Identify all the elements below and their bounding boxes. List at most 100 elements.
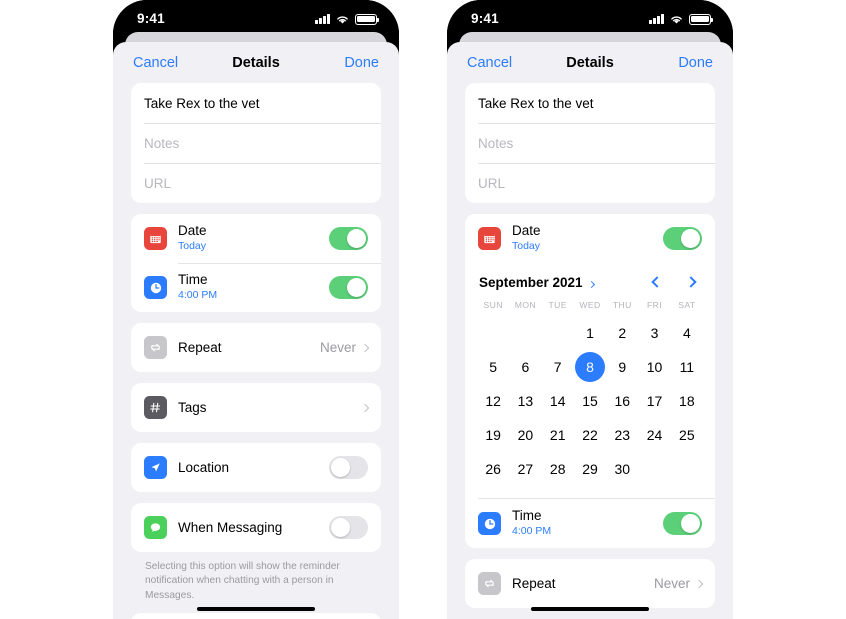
calendar-weekday-header: SUN <box>483 300 503 310</box>
details-content: Take Rex to the vet Notes URL Date Today… <box>113 83 399 619</box>
date-value: Today <box>178 240 207 253</box>
time-row[interactable]: Time 4:00 PM <box>465 499 715 548</box>
url-input[interactable]: URL <box>465 163 715 203</box>
calendar-day[interactable]: 19 <box>477 418 509 452</box>
cellular-bars-icon <box>315 14 330 24</box>
calendar-day[interactable]: 27 <box>509 452 541 486</box>
calendar-day[interactable]: 13 <box>509 384 541 418</box>
screenshot-stage: 9:41 Cancel Details Done Take Rex to the… <box>0 0 846 619</box>
calendar-day[interactable]: 18 <box>671 384 703 418</box>
calendar-day[interactable]: 5 <box>477 350 509 384</box>
tags-label: Tags <box>178 399 207 415</box>
next-month-button[interactable] <box>685 276 697 288</box>
date-time-card: Date Today September 2021 SUN MON TUE WE… <box>465 214 715 548</box>
repeat-value: Never <box>653 576 690 591</box>
calendar-day[interactable]: 22 <box>574 418 606 452</box>
tags-texts: Tags <box>178 400 362 416</box>
date-toggle[interactable] <box>663 227 702 250</box>
calendar-weekday-header: WED <box>579 300 601 310</box>
toggle-knob <box>680 228 701 249</box>
done-button[interactable]: Done <box>678 55 713 71</box>
location-toggle[interactable] <box>329 456 368 479</box>
time-row[interactable]: Time 4:00 PM <box>131 263 381 312</box>
notes-input[interactable]: Notes <box>465 123 715 163</box>
date-label: Date <box>512 222 541 238</box>
messaging-texts: When Messaging <box>178 520 329 536</box>
title-input[interactable]: Take Rex to the vet <box>465 83 715 123</box>
calendar-day[interactable]: 3 <box>638 316 670 350</box>
title-input[interactable]: Take Rex to the vet <box>131 83 381 123</box>
calendar-day[interactable]: 24 <box>638 418 670 452</box>
messaging-row[interactable]: When Messaging <box>131 503 381 552</box>
cancel-button[interactable]: Cancel <box>467 55 512 71</box>
calendar-day[interactable]: 16 <box>606 384 638 418</box>
calendar-month-button[interactable]: September 2021 <box>479 274 595 290</box>
calendar-day[interactable]: 20 <box>509 418 541 452</box>
navigation-bar: Cancel Details Done <box>447 42 733 83</box>
calendar-icon <box>144 227 167 250</box>
calendar-day[interactable]: 26 <box>477 452 509 486</box>
toggle-knob <box>330 517 351 538</box>
messaging-card: When Messaging <box>131 503 381 552</box>
calendar-day[interactable]: 21 <box>542 418 574 452</box>
calendar-weekday-header: TUE <box>548 300 567 310</box>
calendar-day[interactable]: 28 <box>542 452 574 486</box>
status-bar-indicators <box>649 13 714 25</box>
cellular-bars-icon <box>649 14 664 24</box>
details-sheet: Cancel Details Done Take Rex to the vet … <box>113 42 399 619</box>
time-value: 4:00 PM <box>178 289 218 302</box>
location-label: Location <box>178 459 230 475</box>
time-texts: Time 4:00 PM <box>512 508 663 539</box>
calendar-day[interactable]: 4 <box>671 316 703 350</box>
date-row[interactable]: Date Today <box>465 214 715 263</box>
url-input[interactable]: URL <box>131 163 381 203</box>
calendar-day[interactable]: 12 <box>477 384 509 418</box>
calendar-day[interactable]: 6 <box>509 350 541 384</box>
repeat-row[interactable]: Repeat Never <box>465 559 715 608</box>
location-texts: Location <box>178 460 329 476</box>
done-button[interactable]: Done <box>344 55 379 71</box>
repeat-icon <box>478 572 501 595</box>
calendar-day[interactable]: 30 <box>606 452 638 486</box>
toggle-knob <box>680 513 701 534</box>
calendar-day[interactable]: 29 <box>574 452 606 486</box>
time-toggle[interactable] <box>329 276 368 299</box>
home-indicator <box>197 606 315 611</box>
flag-row[interactable]: Flag <box>131 613 381 619</box>
calendar-weekday-header: SAT <box>678 300 696 310</box>
calendar-day[interactable]: 15 <box>574 384 606 418</box>
calendar-day[interactable]: 8 <box>574 350 606 384</box>
tags-row[interactable]: Tags <box>131 383 381 432</box>
text-fields-card: Take Rex to the vet Notes URL <box>465 83 715 203</box>
calendar-day[interactable]: 2 <box>606 316 638 350</box>
notes-input[interactable]: Notes <box>131 123 381 163</box>
calendar-weekday-header: MON <box>514 300 537 310</box>
calendar-day[interactable]: 10 <box>638 350 670 384</box>
calendar-month-label: September 2021 <box>479 274 583 290</box>
calendar-weekday-header: FRI <box>647 300 663 310</box>
calendar-day[interactable]: 1 <box>574 316 606 350</box>
time-toggle[interactable] <box>663 512 702 535</box>
cancel-button[interactable]: Cancel <box>133 55 178 71</box>
date-row[interactable]: Date Today <box>131 214 381 263</box>
date-texts: Date Today <box>178 223 329 254</box>
date-picker-calendar: September 2021 SUN MON TUE WED THU FRI SAT 1 2 3 4… <box>465 263 715 492</box>
calendar-day[interactable]: 17 <box>638 384 670 418</box>
calendar-day[interactable]: 25 <box>671 418 703 452</box>
date-label: Date <box>178 222 207 238</box>
messaging-toggle[interactable] <box>329 516 368 539</box>
location-row[interactable]: Location <box>131 443 381 492</box>
time-value: 4:00 PM <box>512 525 552 538</box>
repeat-row[interactable]: Repeat Never <box>131 323 381 372</box>
date-toggle[interactable] <box>329 227 368 250</box>
calendar-day[interactable]: 9 <box>606 350 638 384</box>
repeat-label: Repeat <box>512 575 556 591</box>
calendar-day[interactable]: 14 <box>542 384 574 418</box>
location-card: Location <box>131 443 381 492</box>
calendar-day[interactable]: 23 <box>606 418 638 452</box>
calendar-day[interactable]: 11 <box>671 350 703 384</box>
calendar-day[interactable]: 7 <box>542 350 574 384</box>
battery-icon <box>355 13 380 25</box>
tags-card: Tags <box>131 383 381 432</box>
previous-month-button[interactable] <box>651 276 663 288</box>
